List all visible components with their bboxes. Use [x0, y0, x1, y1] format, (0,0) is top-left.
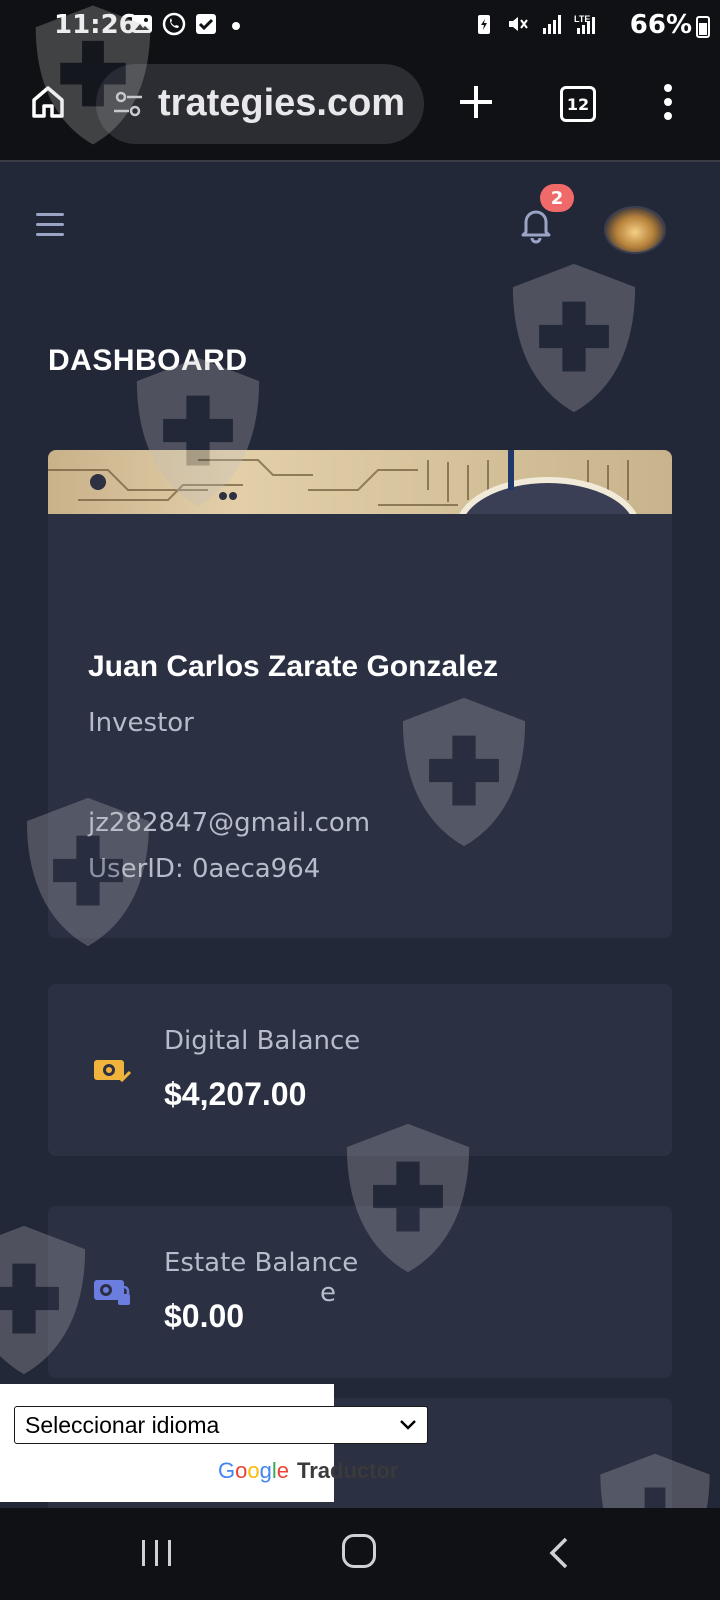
- money-lock-icon: [92, 1276, 132, 1308]
- profile-email: jz282847@gmail.com: [88, 808, 371, 838]
- home-nav-button[interactable]: [342, 1534, 376, 1568]
- partial-card-text: e: [320, 1278, 336, 1308]
- status-notification-icons: [130, 12, 218, 36]
- language-select[interactable]: Seleccionar idioma: [14, 1406, 428, 1444]
- status-time: 11:26: [54, 10, 137, 40]
- check-box-icon: [194, 12, 218, 36]
- digital-balance-card: Digital Balance $4,207.00: [48, 984, 672, 1156]
- home-button[interactable]: [28, 82, 68, 122]
- back-icon: [549, 1537, 568, 1569]
- status-dot: [232, 22, 240, 30]
- profile-user-id: UserID: 0aeca964: [88, 854, 321, 884]
- back-button[interactable]: [548, 1536, 570, 1570]
- notification-badge: 2: [540, 184, 574, 212]
- chevron-down-icon: [400, 1420, 416, 1430]
- plus-icon: [460, 86, 492, 118]
- estate-balance-label: Estate Balance: [164, 1248, 359, 1278]
- google-logo-o1: o: [235, 1458, 248, 1483]
- page-title: DASHBOARD: [48, 344, 248, 377]
- circuit-banner-image: [48, 450, 637, 514]
- avatar[interactable]: [604, 206, 666, 254]
- more-vert-icon: [664, 84, 672, 120]
- browser-menu-button[interactable]: [660, 82, 676, 122]
- battery-icon: [696, 16, 710, 38]
- site-settings-icon[interactable]: [112, 88, 144, 120]
- url-text: trategies.com: [158, 82, 406, 124]
- lte-signal-icon: LTE: [574, 12, 598, 36]
- signal-icon: [540, 12, 564, 36]
- profile-role: Investor: [88, 708, 194, 738]
- whatsapp-icon: [162, 12, 186, 36]
- system-navigation-bar: [0, 1508, 720, 1600]
- digital-balance-value: $4,207.00: [164, 1076, 307, 1112]
- language-select-value: Seleccionar idioma: [25, 1412, 220, 1438]
- hamburger-icon: [36, 213, 64, 236]
- hamburger-menu-button[interactable]: [36, 212, 66, 238]
- estate-balance-value: $0.00: [164, 1298, 245, 1334]
- google-logo-e: e: [276, 1458, 290, 1483]
- profile-card: Juan Carlos Zarate Gonzalez Investor jz2…: [48, 450, 672, 938]
- mute-icon: [506, 12, 530, 36]
- recents-icon: [142, 1540, 171, 1566]
- digital-balance-label: Digital Balance: [164, 1026, 361, 1056]
- new-tab-button[interactable]: [456, 82, 496, 122]
- status-bar: 11:26 LTE 66%: [0, 0, 720, 52]
- battery-saver-icon: [472, 12, 496, 36]
- gallery-icon: [130, 12, 154, 36]
- recent-apps-button[interactable]: [140, 1538, 174, 1568]
- google-logo-g: G: [218, 1458, 236, 1483]
- home-icon: [32, 86, 64, 118]
- battery-percent: 66%: [629, 10, 692, 40]
- browser-toolbar: trategies.com 12: [0, 52, 720, 162]
- estate-balance-card: Estate Balance $0.00: [48, 1206, 672, 1378]
- profile-banner: [48, 450, 672, 514]
- money-check-icon: [92, 1054, 132, 1086]
- profile-name: Juan Carlos Zarate Gonzalez: [88, 650, 499, 683]
- translate-product-name: Traductor: [297, 1458, 399, 1483]
- tab-switcher-button[interactable]: 12: [560, 86, 596, 122]
- address-bar[interactable]: trategies.com: [96, 64, 424, 144]
- google-logo-o2: o: [247, 1458, 260, 1483]
- powered-by-google-translate[interactable]: Google Traductor: [218, 1458, 398, 1484]
- status-system-icons: LTE: [472, 12, 598, 36]
- google-logo-g2: g: [259, 1458, 272, 1483]
- dashboard-page: 2 DASHBOARD Juan Carlos Zarate Gonzalez …: [0, 162, 720, 1508]
